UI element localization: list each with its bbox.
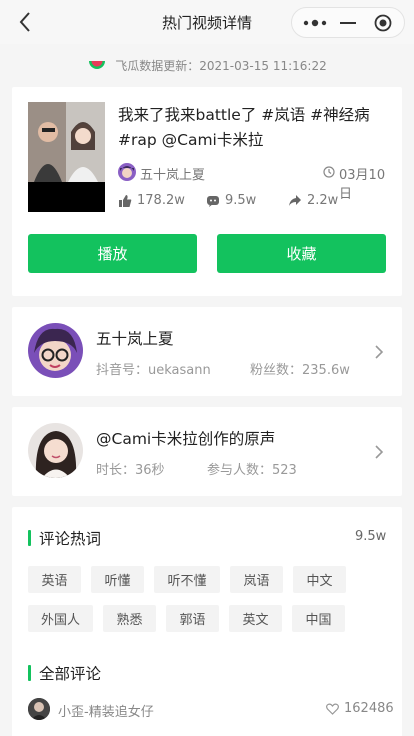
share-count: 2.2w bbox=[307, 193, 339, 208]
hot-word-tag[interactable]: 外国人 bbox=[28, 605, 93, 632]
video-author-row: 五十岚上夏 03月10日 bbox=[118, 163, 386, 202]
mini-program-capsule bbox=[291, 7, 405, 38]
close-icon[interactable] bbox=[374, 14, 392, 32]
minimize-icon[interactable] bbox=[340, 22, 356, 24]
section-marker bbox=[28, 530, 31, 546]
comments-card: 评论热词 9.5w 英语 听懂 听不懂 岚语 中文 外国人 熟悉 郭语 英文 中… bbox=[12, 507, 402, 736]
thumb-up-icon bbox=[119, 194, 132, 207]
like-count: 178.2w bbox=[137, 193, 185, 208]
music-title: @Cami卡米拉创作的原声 bbox=[96, 430, 276, 448]
hot-word-tag[interactable]: 英文 bbox=[229, 605, 282, 632]
feigua-logo-icon bbox=[89, 61, 106, 69]
music-avatar bbox=[28, 423, 83, 478]
share-stat: 2.2w bbox=[288, 193, 338, 208]
comment-count: 9.5w bbox=[225, 193, 257, 208]
creator-card[interactable]: 五十岚上夏 抖音号：uekasann 粉丝数：235.6w bbox=[12, 307, 402, 396]
hot-word-tag[interactable]: 英语 bbox=[28, 566, 81, 593]
video-title: 我来了我来battle了 #岚语 #神经病 #rap @Cami卡米拉 bbox=[118, 106, 370, 149]
hot-word-tag[interactable]: 听不懂 bbox=[154, 566, 220, 593]
section-marker bbox=[28, 665, 31, 681]
hot-words-count: 9.5w bbox=[355, 529, 387, 544]
douyin-id: 抖音号：uekasann bbox=[96, 363, 211, 378]
hot-word-tag[interactable]: 中文 bbox=[293, 566, 346, 593]
hot-word-tag[interactable]: 中国 bbox=[292, 605, 345, 632]
comment-item: 小歪-精装追女仔 162486 bbox=[28, 697, 394, 721]
comment-stat: 9.5w bbox=[206, 193, 256, 208]
play-button[interactable]: 播放 bbox=[28, 234, 197, 273]
navigation-bar: 热门视频详情 bbox=[0, 0, 414, 44]
hot-words-header: 评论热词 bbox=[28, 527, 101, 549]
commenter-name: 小歪-精装追女仔 bbox=[58, 705, 154, 720]
chevron-right-icon bbox=[375, 345, 384, 359]
video-stats: 178.2w 9.5w 2.2w bbox=[118, 193, 388, 211]
chevron-right-icon bbox=[375, 445, 384, 459]
favorite-button[interactable]: 收藏 bbox=[217, 234, 386, 273]
hot-word-tag[interactable]: 郭语 bbox=[166, 605, 219, 632]
clock-icon bbox=[323, 166, 335, 178]
creator-name: 五十岚上夏 bbox=[96, 330, 174, 348]
data-update-bar: 飞瓜数据更新：2021-03-15 11:16:22 bbox=[0, 52, 414, 78]
all-comments-header: 全部评论 bbox=[28, 662, 101, 684]
video-card: 我来了我来battle了 #岚语 #神经病 #rap @Cami卡米拉 五十岚上… bbox=[12, 87, 402, 296]
hot-word-tag[interactable]: 熟悉 bbox=[103, 605, 156, 632]
music-card[interactable]: @Cami卡米拉创作的原声 时长：36秒 参与人数：523 bbox=[12, 407, 402, 496]
hot-word-tag[interactable]: 听懂 bbox=[91, 566, 144, 593]
author-name: 五十岚上夏 bbox=[140, 168, 206, 183]
music-duration: 时长：36秒 bbox=[96, 463, 165, 478]
hot-words-title: 评论热词 bbox=[39, 530, 102, 548]
like-stat: 178.2w bbox=[118, 193, 185, 208]
fans-count: 粉丝数：235.6w bbox=[250, 363, 350, 378]
share-icon bbox=[289, 194, 301, 206]
music-participants: 参与人数：523 bbox=[207, 463, 297, 478]
author-avatar bbox=[118, 163, 136, 181]
comment-icon bbox=[207, 195, 219, 207]
comment-likes: 162486 bbox=[344, 701, 394, 716]
all-comments-title: 全部评论 bbox=[39, 665, 102, 683]
commenter-avatar bbox=[28, 698, 50, 720]
creator-avatar bbox=[28, 323, 83, 378]
heart-icon[interactable] bbox=[326, 703, 339, 715]
update-text: 飞瓜数据更新：2021-03-15 11:16:22 bbox=[115, 58, 327, 73]
video-thumbnail[interactable] bbox=[28, 102, 105, 212]
hot-word-tag[interactable]: 岚语 bbox=[230, 566, 283, 593]
more-icon[interactable] bbox=[302, 16, 328, 30]
